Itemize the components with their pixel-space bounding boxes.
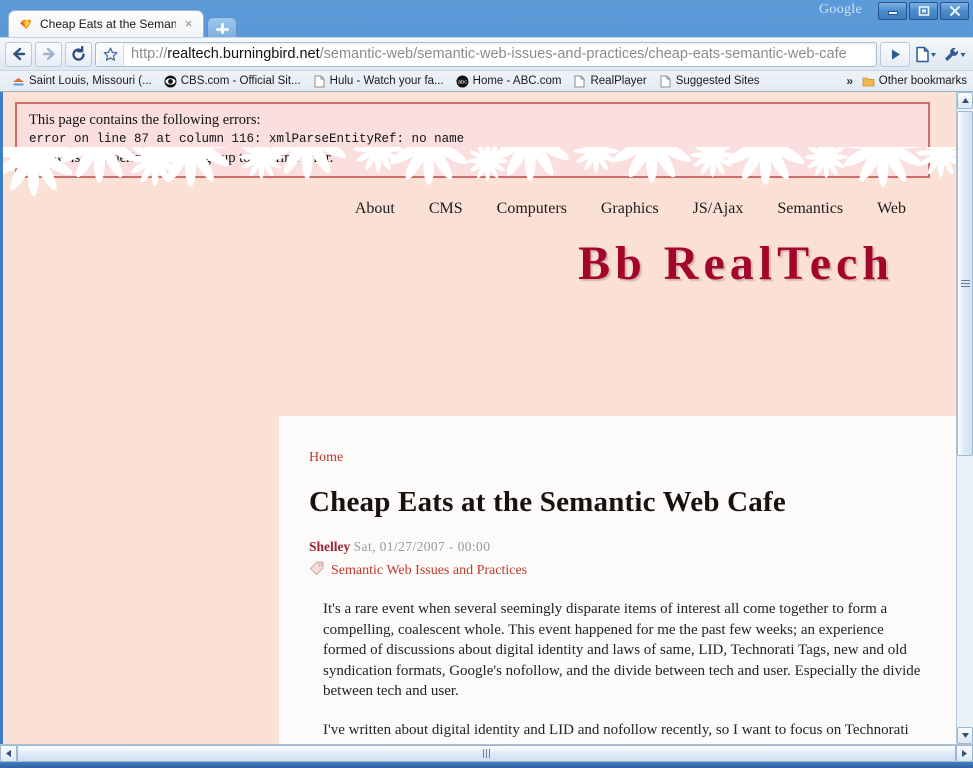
- address-bar[interactable]: http://realtech.burningbird.net/semantic…: [95, 41, 877, 67]
- article-author: Shelley: [309, 539, 351, 554]
- cbs-eye-icon: [164, 75, 177, 88]
- scroll-down-button[interactable]: [957, 727, 973, 744]
- scroll-left-button[interactable]: [0, 745, 17, 762]
- nav-item-graphics[interactable]: Graphics: [601, 200, 659, 217]
- horizontal-scroll-thumb[interactable]: [17, 745, 956, 762]
- bookmark-item-hulu[interactable]: Hulu - Watch your fa...: [307, 74, 450, 89]
- nav-item-semantics[interactable]: Semantics: [777, 200, 843, 217]
- back-button[interactable]: [5, 41, 32, 67]
- article-panel: Home Cheap Eats at the Semantic Web Cafe…: [279, 416, 956, 744]
- browser-window: Google Cheap Eats at the Seman × http://…: [0, 0, 973, 768]
- go-button[interactable]: [880, 41, 910, 67]
- bookmark-item-saint-louis[interactable]: Saint Louis, Missouri (...: [6, 74, 158, 89]
- error-headline: This page contains the following errors:: [29, 112, 261, 128]
- bookmark-label: Saint Louis, Missouri (...: [29, 75, 152, 87]
- close-button[interactable]: [940, 2, 969, 20]
- window-bottom-edge: [0, 762, 973, 768]
- taxonomy-link[interactable]: Semantic Web Issues and Practices: [331, 563, 527, 579]
- reload-icon: [72, 45, 85, 61]
- breadcrumb[interactable]: Home: [309, 450, 910, 466]
- folder-icon: [862, 75, 875, 88]
- title-bar: Google Cheap Eats at the Seman ×: [0, 0, 973, 37]
- wrench-menu-button[interactable]: [942, 42, 968, 67]
- nav-item-web[interactable]: Web: [877, 200, 906, 217]
- forward-arrow-icon: [42, 47, 55, 61]
- bookmark-star-icon[interactable]: [98, 42, 124, 66]
- svg-text:abc: abc: [458, 79, 467, 85]
- scroll-grip-icon: [483, 749, 490, 758]
- window-controls: [878, 2, 969, 20]
- url-host: realtech.burningbird.net: [167, 46, 320, 62]
- nav-item-about[interactable]: About: [355, 200, 395, 217]
- bookmarks-overflow-icon[interactable]: »: [846, 74, 853, 88]
- vertical-scroll-thumb[interactable]: [957, 111, 973, 456]
- tab-title: Cheap Eats at the Semanti...: [40, 17, 176, 31]
- page-title: Cheap Eats at the Semantic Web Cafe: [309, 486, 786, 518]
- web-page: This page contains the following errors:…: [3, 92, 956, 744]
- url-text[interactable]: http://realtech.burningbird.net/semantic…: [124, 46, 872, 62]
- url-scheme: http://: [131, 46, 168, 62]
- page-icon: [916, 46, 936, 62]
- error-detail: error on line 87 at column 116: xmlParse…: [29, 132, 465, 146]
- vertical-scroll-track[interactable]: [957, 109, 973, 727]
- tab-close-icon[interactable]: ×: [182, 17, 195, 31]
- error-footnote: Below is a rendering of the page up to t…: [29, 150, 334, 166]
- page-menu-button[interactable]: [913, 42, 939, 67]
- url-path: /semantic-web/semantic-web-issues-and-pr…: [319, 46, 847, 62]
- bookmark-label: Suggested Sites: [675, 75, 760, 87]
- scroll-grip-icon: [960, 280, 970, 287]
- burningbird-favicon: [18, 16, 34, 32]
- google-watermark: Google: [818, 2, 862, 17]
- horizontal-scroll-track[interactable]: [17, 745, 956, 762]
- weather-icon: [12, 75, 25, 88]
- bookmark-item-cbs[interactable]: CBS.com - Official Sit...: [158, 74, 307, 89]
- horizontal-scrollbar[interactable]: [0, 744, 973, 762]
- minimize-button[interactable]: [878, 2, 907, 20]
- site-title[interactable]: Bb RealTech: [3, 218, 956, 291]
- maximize-button[interactable]: [909, 2, 938, 20]
- bookmark-item-suggested-sites[interactable]: Suggested Sites: [653, 74, 766, 89]
- article-date: Sat, 01/27/2007 - 00:00: [353, 539, 491, 554]
- bookmark-label: RealPlayer: [590, 75, 647, 87]
- xml-error-box: This page contains the following errors:…: [15, 102, 930, 178]
- tag-icon: [309, 560, 325, 581]
- scroll-up-button[interactable]: [957, 92, 973, 109]
- page-icon: [659, 75, 672, 88]
- new-tab-button[interactable]: [207, 17, 237, 37]
- scroll-right-button[interactable]: [956, 745, 973, 762]
- bookmark-item-abc[interactable]: abc Home - ABC.com: [450, 74, 568, 89]
- page-icon: [313, 75, 326, 88]
- abc-icon: abc: [456, 75, 469, 88]
- other-bookmarks-button[interactable]: Other bookmarks: [862, 75, 967, 88]
- back-arrow-icon: [12, 47, 25, 61]
- forward-button[interactable]: [35, 41, 62, 67]
- nav-item-cms[interactable]: CMS: [429, 200, 463, 217]
- nav-item-computers[interactable]: Computers: [497, 200, 567, 217]
- site-navigation: About CMS Computers Graphics JS/Ajax Sem…: [3, 178, 956, 218]
- browser-toolbar: http://realtech.burningbird.net/semantic…: [0, 37, 973, 70]
- page-viewport: This page contains the following errors:…: [0, 92, 973, 744]
- tab-strip: Cheap Eats at the Semanti... ×: [8, 10, 237, 37]
- wrench-icon: [945, 47, 966, 61]
- bookmark-label: Hulu - Watch your fa...: [329, 75, 444, 87]
- bookmarks-bar: Saint Louis, Missouri (... CBS.com - Off…: [0, 70, 973, 92]
- bookmark-label: Home - ABC.com: [472, 75, 562, 87]
- article-taxonomy: Semantic Web Issues and Practices: [309, 560, 910, 581]
- nav-item-js-ajax[interactable]: JS/Ajax: [693, 200, 744, 217]
- reload-button[interactable]: [65, 41, 92, 67]
- article-paragraph-1: It's a rare event when several seemingly…: [323, 601, 921, 699]
- tab-active[interactable]: Cheap Eats at the Semanti... ×: [8, 10, 204, 37]
- play-triangle-icon: [891, 49, 900, 59]
- article-paragraph-2: I've written about digital identity and …: [323, 721, 909, 745]
- article-meta: Shelley Sat, 01/27/2007 - 00:00: [309, 539, 910, 555]
- bookmark-item-realplayer[interactable]: RealPlayer: [567, 74, 652, 89]
- page-icon: [573, 75, 586, 88]
- other-bookmarks-label: Other bookmarks: [878, 75, 967, 87]
- bookmark-label: CBS.com - Official Sit...: [180, 75, 301, 87]
- vertical-scrollbar[interactable]: [956, 92, 973, 744]
